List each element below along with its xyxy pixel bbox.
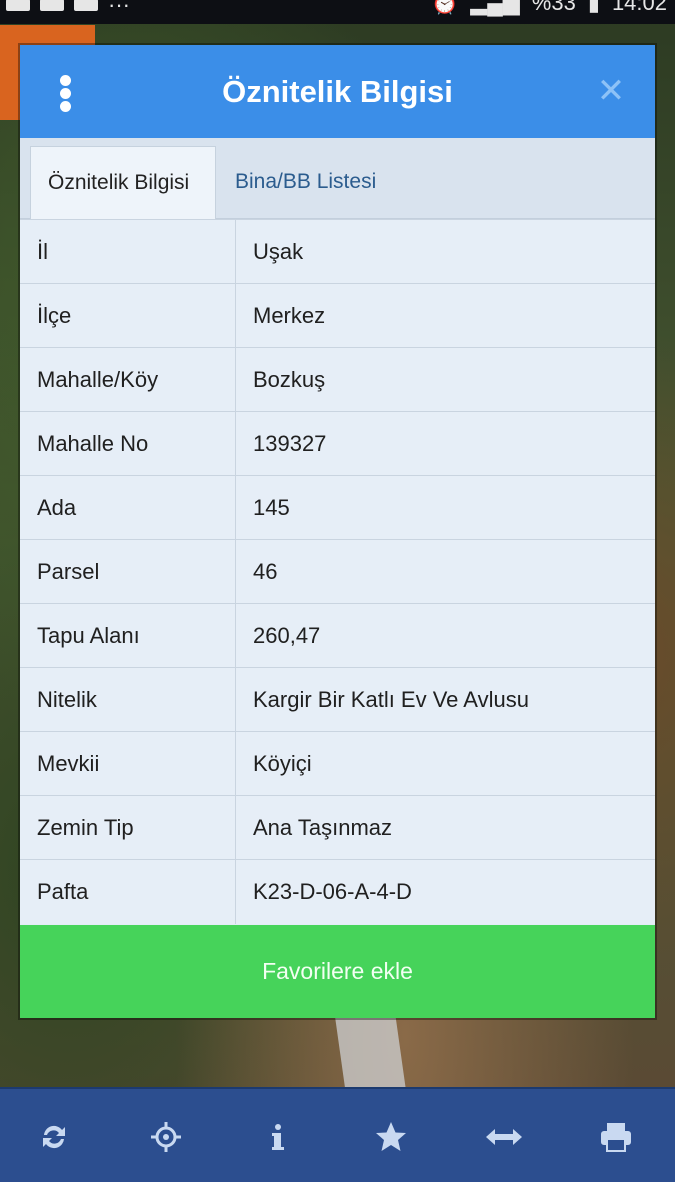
tab-attribute-info[interactable]: Öznitelik Bilgisi: [30, 146, 216, 219]
refresh-icon[interactable]: [26, 1109, 82, 1165]
attribute-value: K23-D-06-A-4-D: [235, 859, 655, 924]
attribute-dialog: Öznitelik Bilgisi ✕ Öznitelik Bilgisi Bi…: [20, 45, 655, 1018]
table-row: Pafta K23-D-06-A-4-D: [20, 859, 655, 924]
status-bar: ··· ⏰ ▂▄▆ %33 ▮ 14:02: [0, 0, 675, 24]
attribute-label: Pafta: [20, 859, 236, 924]
gallery-icon: [6, 0, 30, 11]
close-icon[interactable]: ✕: [591, 71, 631, 111]
attribute-table: İl Uşak İlçe Merkez Mahalle/Köy Bozkuş Mahalle…: [20, 219, 655, 924]
vertical-dots-icon[interactable]: [60, 75, 72, 112]
bottom-toolbar: [0, 1087, 675, 1182]
attribute-value: 145: [235, 475, 655, 540]
signal-icon: ▂▄▆: [470, 0, 520, 15]
attribute-label: İl: [20, 219, 236, 284]
dialog-title: Öznitelik Bilgisi: [222, 74, 453, 109]
attribute-value: Kargir Bir Katlı Ev Ve Avlusu: [235, 667, 655, 732]
attribute-value: 260,47: [235, 603, 655, 668]
attribute-value: 139327: [235, 411, 655, 476]
attribute-value: 46: [235, 539, 655, 604]
battery-icon: ▮: [587, 0, 600, 15]
table-row: Zemin Tip Ana Taşınmaz: [20, 795, 655, 860]
info-icon[interactable]: [250, 1109, 306, 1165]
table-row: Ada 145: [20, 475, 655, 540]
table-row: Mahalle/Köy Bozkuş: [20, 347, 655, 412]
attribute-label: Parsel: [20, 539, 236, 604]
attribute-value: Köyiçi: [235, 731, 655, 796]
attribute-label: Tapu Alanı: [20, 603, 236, 668]
star-icon[interactable]: [363, 1109, 419, 1165]
app-icon: [74, 0, 98, 11]
battery-percent: %33: [531, 0, 576, 15]
clock: 14:02: [611, 0, 667, 15]
table-row: Mevkii Köyiçi: [20, 731, 655, 796]
print-icon[interactable]: [588, 1109, 644, 1165]
dialog-header: Öznitelik Bilgisi ✕: [20, 45, 655, 139]
attribute-label: İlçe: [20, 283, 236, 348]
message-icon: [40, 0, 64, 11]
attribute-value: Ana Taşınmaz: [235, 795, 655, 860]
attribute-label: Mahalle/Köy: [20, 347, 236, 412]
more-notifications-icon: ···: [108, 0, 130, 17]
attribute-value: Merkez: [235, 283, 655, 348]
attribute-value: Bozkuş: [235, 347, 655, 412]
locate-icon[interactable]: [138, 1109, 194, 1165]
attribute-label: Nitelik: [20, 667, 236, 732]
table-row: Mahalle No 139327: [20, 411, 655, 476]
table-row: İlçe Merkez: [20, 283, 655, 348]
attribute-label: Ada: [20, 475, 236, 540]
table-row: Parsel 46: [20, 539, 655, 604]
table-row: İl Uşak: [20, 219, 655, 284]
attribute-value: Uşak: [235, 219, 655, 284]
table-row: Nitelik Kargir Bir Katlı Ev Ve Avlusu: [20, 667, 655, 732]
attribute-label: Mevkii: [20, 731, 236, 796]
attribute-label: Zemin Tip: [20, 795, 236, 860]
add-favorite-button[interactable]: Favorilere ekle: [20, 925, 655, 1018]
resize-arrows-icon[interactable]: [476, 1109, 532, 1165]
alarm-icon: ⏰: [430, 0, 459, 15]
tab-building-list[interactable]: Bina/BB Listesi: [218, 146, 393, 218]
attribute-label: Mahalle No: [20, 411, 236, 476]
table-row: Tapu Alanı 260,47: [20, 603, 655, 668]
tab-bar: Öznitelik Bilgisi Bina/BB Listesi: [20, 138, 655, 219]
